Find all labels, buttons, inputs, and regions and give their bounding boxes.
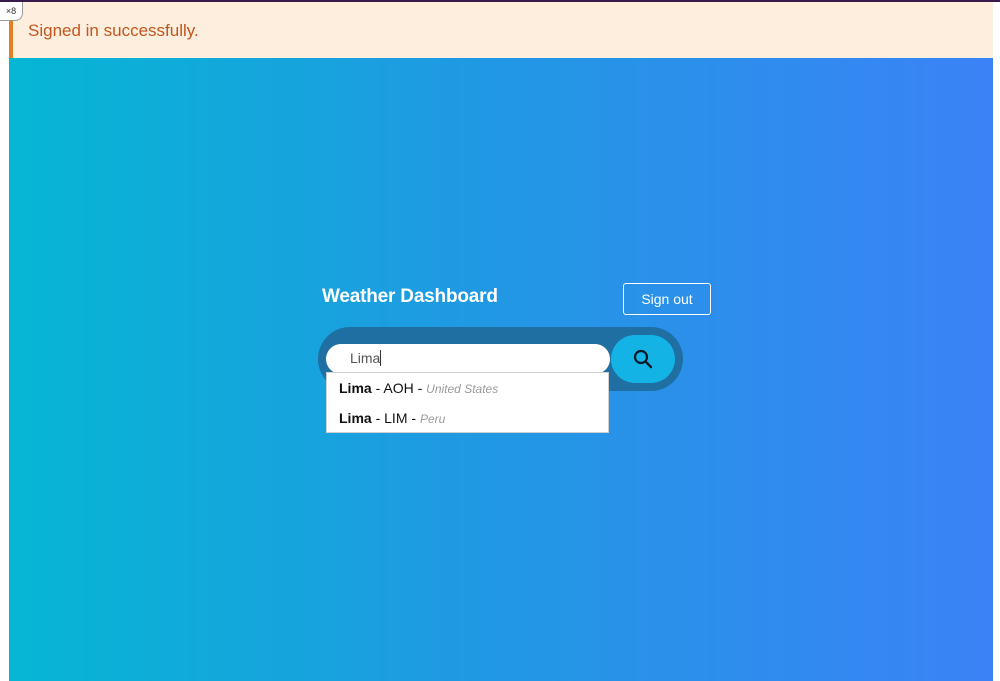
- success-alert: Signed in successfully.: [9, 2, 993, 58]
- suggestion-code: AOH: [383, 380, 414, 396]
- alert-message: Signed in successfully.: [28, 21, 199, 40]
- search-icon: [633, 349, 653, 369]
- suggestion-code: LIM: [384, 410, 408, 426]
- page-title: Weather Dashboard: [322, 286, 498, 307]
- suggestion-item[interactable]: Lima - LIM - Peru: [339, 404, 445, 432]
- suggestion-separator: -: [375, 380, 381, 396]
- city-search-input[interactable]: Lima: [326, 344, 610, 374]
- suggestion-country: United States: [426, 382, 499, 396]
- suggestion-item[interactable]: Lima - AOH - United States: [339, 374, 498, 402]
- suggestion-separator: -: [417, 380, 423, 396]
- suggestion-separator: -: [411, 410, 417, 426]
- suggestion-city: Lima: [339, 410, 372, 426]
- zoom-badge: ×8: [0, 2, 23, 21]
- search-button[interactable]: [611, 335, 675, 383]
- suggestion-separator: -: [375, 410, 381, 426]
- search-input-value: Lima: [350, 350, 382, 366]
- sign-out-button[interactable]: Sign out: [623, 283, 711, 315]
- suggestion-city: Lima: [339, 380, 372, 396]
- suggestion-country: Peru: [419, 412, 446, 426]
- suggestions-dropdown: Lima - AOH - United States Lima - LIM - …: [326, 372, 609, 433]
- text-caret: [380, 350, 382, 366]
- dashboard-main: Weather Dashboard Sign out Lima Lima - A…: [9, 58, 993, 681]
